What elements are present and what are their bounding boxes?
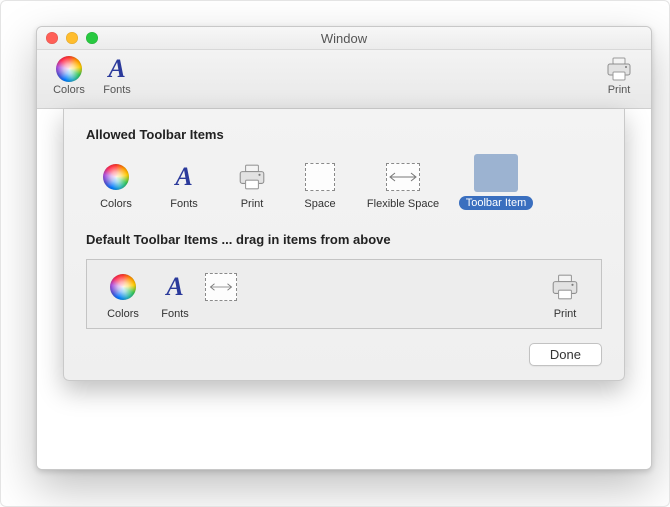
default-print[interactable]: Print [539,270,591,320]
font-icon: A [108,56,125,82]
interface-builder-canvas: Window Colors A Fonts [0,0,670,507]
sheet-button-row: Done [86,343,602,366]
minimize-icon[interactable] [66,32,78,44]
palette-flexspace-label: Flexible Space [367,198,439,210]
space-icon [305,163,335,191]
customize-toolbar-sheet: Allowed Toolbar Items Colors A Fonts [63,109,625,381]
color-wheel-icon [56,56,82,82]
palette-colors[interactable]: Colors [86,160,146,210]
default-items-heading: Default Toolbar Items ... drag in items … [86,232,602,247]
palette-space[interactable]: Space [290,160,350,210]
palette-print-label: Print [241,198,264,210]
default-colors[interactable]: Colors [97,270,149,320]
font-icon: A [175,164,192,190]
toolbar-print-button[interactable]: Print [595,54,643,96]
default-print-label: Print [554,308,577,320]
zoom-icon[interactable] [86,32,98,44]
window-title: Window [37,31,651,46]
palette-flexible-space[interactable]: Flexible Space [358,160,448,210]
default-toolbar-box[interactable]: Colors A Fonts [86,259,602,329]
flexible-space-icon [205,273,237,301]
traffic-lights [46,32,98,44]
printer-icon [550,273,580,301]
font-icon: A [166,274,183,300]
default-fonts[interactable]: A Fonts [149,270,201,320]
main-window: Window Colors A Fonts [36,26,652,470]
toolbar-colors-label: Colors [53,84,85,96]
generic-toolbar-item-icon [474,154,518,192]
toolbar-print-label: Print [608,84,631,96]
default-colors-label: Colors [107,308,139,320]
done-button[interactable]: Done [529,343,602,366]
close-icon[interactable] [46,32,58,44]
allowed-items-row: Colors A Fonts [86,154,602,210]
window-titlebar: Window [37,27,651,50]
palette-colors-label: Colors [100,198,132,210]
palette-toolbar-item-label: Toolbar Item [459,196,534,210]
toolbar-fonts-label: Fonts [103,84,131,96]
palette-fonts-label: Fonts [170,198,198,210]
default-fonts-label: Fonts [161,308,189,320]
color-wheel-icon [110,274,136,300]
allowed-items-heading: Allowed Toolbar Items [86,127,602,142]
palette-fonts[interactable]: A Fonts [154,160,214,210]
window-content: Allowed Toolbar Items Colors A Fonts [37,109,651,470]
palette-space-label: Space [304,198,335,210]
printer-icon [237,163,267,191]
toolbar-fonts-button[interactable]: A Fonts [93,54,141,96]
toolbar-colors-button[interactable]: Colors [45,54,93,96]
palette-toolbar-item-selected[interactable]: Toolbar Item [456,154,536,210]
printer-icon [605,56,633,82]
window-toolbar: Colors A Fonts Print [37,50,651,109]
palette-print[interactable]: Print [222,160,282,210]
color-wheel-icon [103,164,129,190]
default-flexible-space[interactable] [201,270,241,320]
flexible-space-icon [386,163,420,191]
